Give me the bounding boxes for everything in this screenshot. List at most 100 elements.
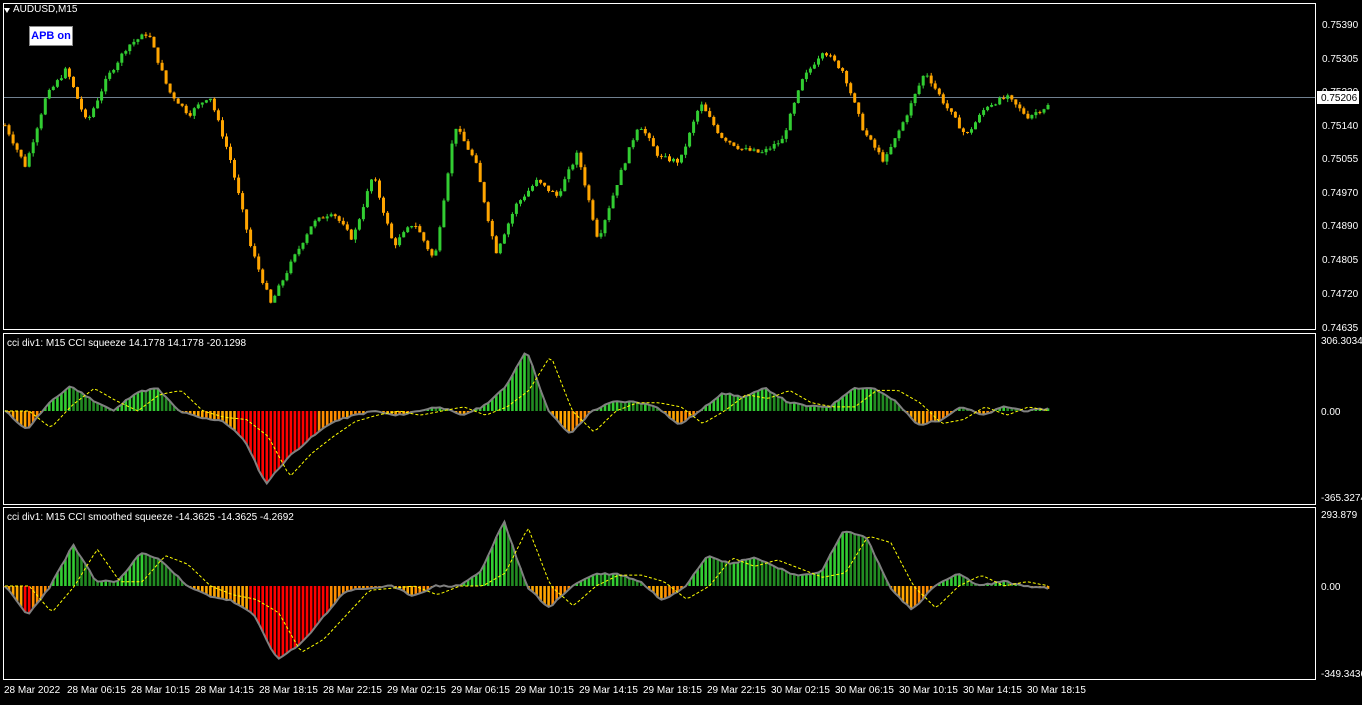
candle-body	[603, 220, 607, 234]
candle-body	[212, 98, 216, 111]
chart-canvas[interactable]: 0.75390 0.75305 0.75220 0.75140 0.75055 …	[0, 0, 1362, 700]
indicator1-level-label: -365.3274	[1321, 493, 1362, 504]
candle-body	[43, 98, 47, 115]
candle-body	[76, 87, 79, 99]
candle-body	[869, 135, 873, 140]
time-label: 30 Mar 06:15	[835, 685, 894, 696]
time-label: 30 Mar 14:15	[963, 685, 1022, 696]
candle-body	[241, 193, 245, 210]
candle-body	[72, 76, 75, 88]
candle-body	[438, 227, 442, 251]
signal-line	[5, 358, 1049, 477]
price-level-label: 0.74805	[1322, 255, 1359, 266]
cci-smoothed-histogram	[3, 519, 1050, 660]
candle-body	[293, 254, 297, 262]
candle-body	[575, 152, 579, 165]
candle-body	[353, 229, 357, 240]
time-label: 29 Mar 22:15	[707, 685, 766, 696]
candle-body	[108, 72, 112, 79]
candle-body	[277, 285, 281, 296]
candle-body	[659, 155, 663, 157]
candle-body	[808, 68, 812, 73]
candle-body	[567, 169, 571, 180]
candle-body	[796, 90, 800, 103]
candle-body	[144, 34, 148, 36]
candle-body	[55, 80, 59, 87]
candle-body	[349, 229, 353, 240]
candle-body	[458, 128, 462, 132]
candle-body	[551, 191, 555, 192]
candle-body	[204, 100, 208, 103]
candle-body	[676, 158, 679, 163]
candle-body	[877, 147, 881, 153]
candle-body	[474, 155, 478, 163]
candle-body	[281, 280, 285, 286]
candle-body	[873, 139, 877, 148]
candle-body	[378, 180, 381, 198]
candle-body	[740, 148, 744, 150]
candle-body	[885, 154, 889, 162]
candle-body	[450, 143, 454, 174]
candle-body	[148, 35, 152, 37]
candle-body	[527, 190, 530, 197]
candle-body	[156, 47, 160, 63]
symbol-menu[interactable]: AUDUSD,M15	[4, 3, 77, 17]
time-label: 30 Mar 02:15	[771, 685, 830, 696]
candle-body	[285, 273, 289, 281]
candle-body	[712, 117, 716, 125]
candle-body	[837, 60, 841, 69]
candle-body	[486, 202, 490, 221]
candle-body	[88, 116, 92, 118]
candle-body	[611, 195, 615, 209]
candle-body	[1018, 104, 1022, 109]
candle-body	[619, 169, 623, 185]
candle-body	[704, 104, 708, 112]
chart-window[interactable]: 0.75390 0.75305 0.75220 0.75140 0.75055 …	[0, 0, 1362, 700]
candle-body	[100, 91, 104, 101]
candle-body	[374, 179, 377, 181]
candle-body	[317, 217, 321, 221]
time-label: 28 Mar 22:15	[323, 685, 382, 696]
candle-body	[289, 261, 293, 274]
candle-body	[651, 138, 655, 147]
candle-body	[800, 79, 804, 91]
candle-body	[442, 200, 446, 228]
candle-body	[208, 98, 212, 101]
candle-body	[752, 149, 756, 151]
time-label: 29 Mar 18:15	[643, 685, 702, 696]
price-level-label: 0.74720	[1322, 289, 1359, 300]
candle-body	[136, 39, 140, 42]
candle-body	[579, 152, 583, 168]
candle-body	[305, 234, 309, 243]
candle-body	[19, 149, 23, 157]
candle-body	[998, 97, 1002, 105]
candle-body	[51, 86, 55, 90]
candle-body	[986, 106, 990, 111]
time-label: 28 Mar 18:15	[259, 685, 318, 696]
candle-body	[229, 146, 232, 160]
candle-body	[365, 191, 369, 208]
candle-body	[67, 68, 71, 77]
candle-body	[627, 147, 631, 164]
candle-body	[599, 233, 603, 237]
candle-body	[490, 220, 494, 237]
candle-body	[720, 133, 724, 138]
candle-body	[825, 53, 828, 56]
candle-body	[708, 111, 712, 117]
candle-body	[647, 133, 651, 139]
candle-body	[47, 90, 51, 99]
candle-body	[176, 98, 180, 104]
candle-body	[329, 214, 333, 217]
candle-body	[418, 226, 422, 233]
apb-toggle-button[interactable]: APB on	[29, 26, 73, 46]
candle-body	[853, 93, 857, 103]
candle-body	[80, 98, 83, 110]
candle-body	[547, 185, 551, 191]
candle-body	[1046, 105, 1050, 110]
candle-body	[23, 156, 27, 167]
candle-body	[124, 51, 128, 54]
candle-body	[531, 186, 534, 191]
candle-body	[482, 182, 486, 203]
candle-body	[313, 220, 317, 227]
candle-body	[502, 234, 506, 244]
